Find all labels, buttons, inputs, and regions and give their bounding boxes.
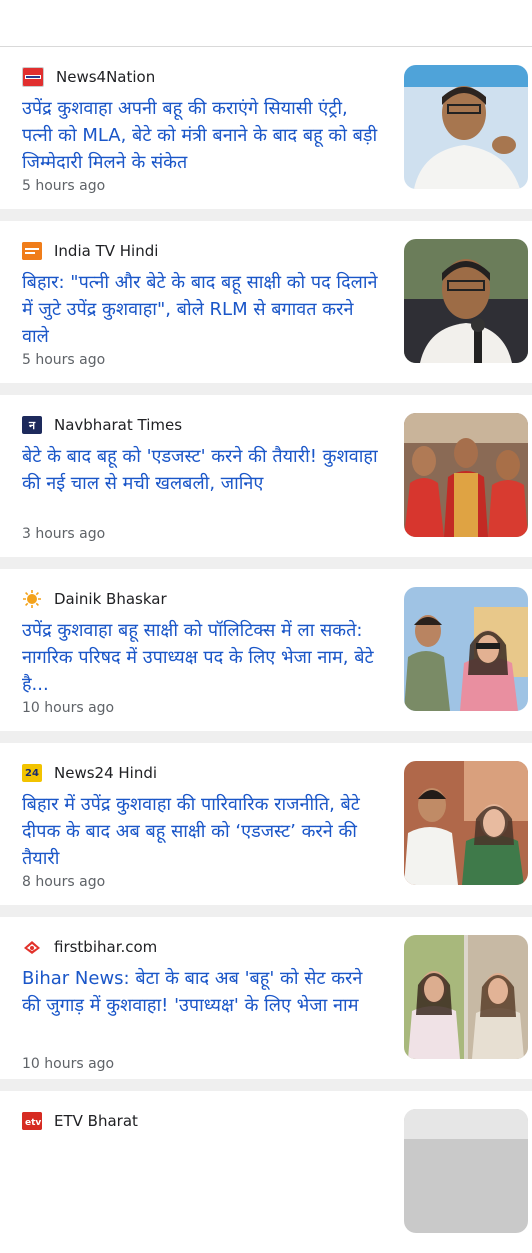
card-separator	[0, 905, 532, 917]
article-thumbnail[interactable]	[404, 935, 528, 1059]
news-source: 24 News24 Hindi	[22, 763, 157, 783]
news-source: etv ETV Bharat	[22, 1111, 138, 1131]
source-name: ETV Bharat	[54, 1112, 138, 1130]
article-time: 8 hours ago	[22, 874, 106, 890]
firstbihar-logo-icon	[22, 938, 42, 956]
article-thumbnail[interactable]	[404, 65, 528, 189]
article-time: 3 hours ago	[22, 526, 106, 542]
card-separator	[0, 209, 532, 221]
source-name: firstbihar.com	[54, 938, 158, 956]
article-thumbnail[interactable]	[404, 587, 528, 711]
news-source: News4Nation	[22, 67, 155, 87]
news-card[interactable]: etv ETV Bharat	[0, 1091, 532, 1253]
navbharat-times-logo-icon: न	[22, 416, 42, 434]
article-thumbnail[interactable]	[404, 239, 528, 363]
card-separator	[0, 731, 532, 743]
news-source: Dainik Bhaskar	[22, 589, 167, 609]
logo-number: 24	[25, 767, 39, 779]
card-separator	[0, 383, 532, 395]
source-name: Navbharat Times	[54, 416, 183, 434]
card-separator	[0, 557, 532, 569]
news-card[interactable]: Dainik Bhaskar उपेंद्र कुशवाहा बहू साक्ष…	[0, 569, 532, 731]
source-name: News4Nation	[56, 68, 156, 86]
article-time: 5 hours ago	[22, 178, 106, 194]
article-time: 10 hours ago	[22, 700, 115, 716]
source-name: Dainik Bhaskar	[54, 590, 167, 608]
svg-text:etv: etv	[25, 1118, 41, 1128]
source-name: News24 Hindi	[54, 764, 158, 782]
news4nation-logo-icon	[22, 67, 44, 87]
logo-letter: न	[28, 418, 36, 432]
india-tv-logo-icon	[22, 242, 42, 260]
news-card[interactable]: न Navbharat Times बेटे के बाद बहू को 'एड…	[0, 395, 532, 557]
source-name: India TV Hindi	[54, 242, 159, 260]
news-source: India TV Hindi	[22, 241, 158, 261]
news-card[interactable]: 24 News24 Hindi बिहार में उपेंद्र कुशवाह…	[0, 743, 532, 905]
dainik-bhaskar-sun-logo-icon	[22, 590, 42, 608]
article-headline[interactable]: Bihar News: बेटा के बाद अब 'बहू' को सेट …	[22, 965, 382, 1019]
article-thumbnail[interactable]	[404, 1109, 528, 1233]
news-card[interactable]: India TV Hindi बिहार: "पत्नी और बेटे के …	[0, 221, 532, 383]
article-headline[interactable]: उपेंद्र कुशवाहा बहू साक्षी को पॉलिटिक्स …	[22, 617, 382, 698]
article-headline[interactable]: बेटे के बाद बहू को 'एडजस्ट' करने की तैया…	[22, 443, 382, 497]
news-source: न Navbharat Times	[22, 415, 182, 435]
news-card[interactable]: firstbihar.com Bihar News: बेटा के बाद अ…	[0, 917, 532, 1079]
article-headline[interactable]: उपेंद्र कुशवाहा अपनी बहू की कराएंगे सिया…	[22, 95, 382, 176]
article-thumbnail[interactable]	[404, 761, 528, 885]
top-bar	[0, 0, 532, 47]
article-thumbnail[interactable]	[404, 413, 528, 537]
news24-logo-icon: 24	[22, 764, 42, 782]
news-card[interactable]: News4Nation उपेंद्र कुशवाहा अपनी बहू की …	[0, 47, 532, 209]
card-separator	[0, 1079, 532, 1091]
news-source: firstbihar.com	[22, 937, 157, 957]
article-time: 10 hours ago	[22, 1056, 115, 1072]
article-headline[interactable]: बिहार: "पत्नी और बेटे के बाद बहू साक्षी …	[22, 269, 382, 350]
article-time: 5 hours ago	[22, 352, 106, 368]
article-headline[interactable]: बिहार में उपेंद्र कुशवाहा की पारिवारिक र…	[22, 791, 382, 872]
news-feed[interactable]: News4Nation उपेंद्र कुशवाहा अपनी बहू की …	[0, 47, 532, 1253]
etv-bharat-logo-icon: etv	[22, 1112, 42, 1130]
